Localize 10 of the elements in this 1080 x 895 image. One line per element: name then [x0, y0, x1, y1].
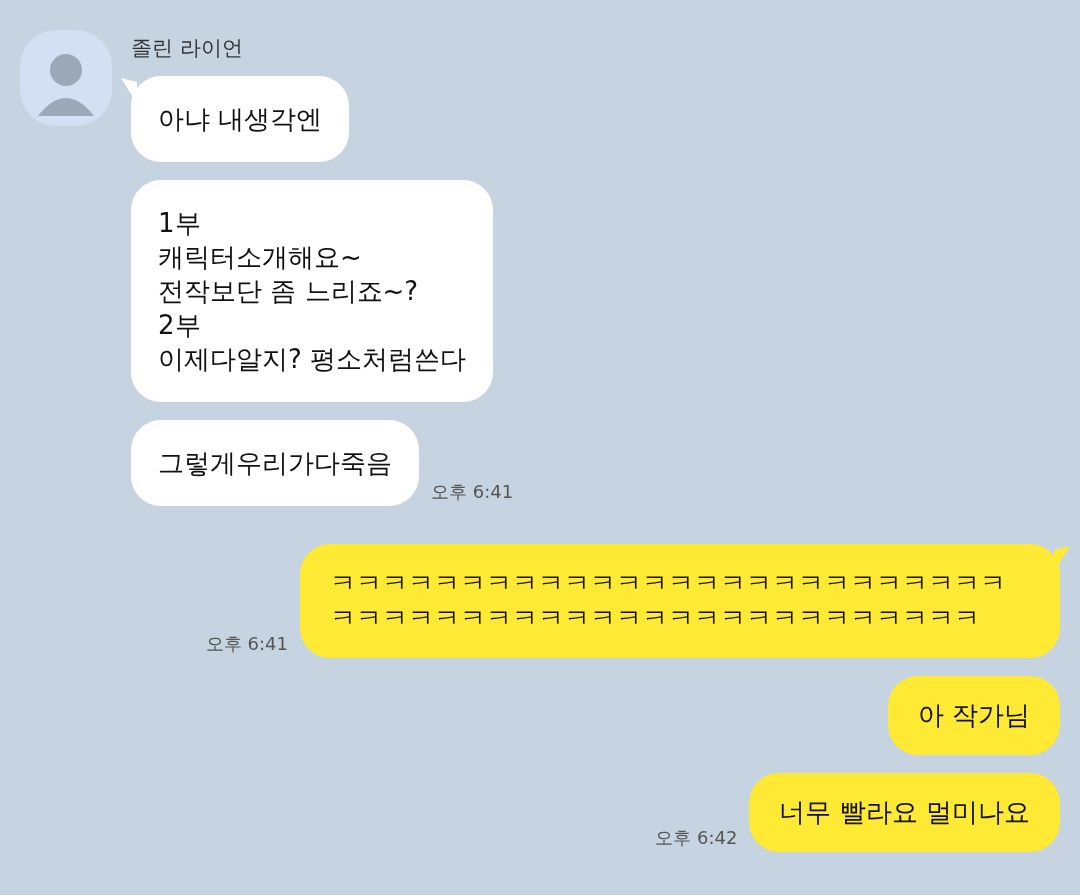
message-time: 오후 6:42 — [655, 826, 738, 850]
message-bubble: 1부 캐릭터소개해요~ 전작보단 좀 느리죠~? 2부 이제다알지? 평소처럼쓴다 — [131, 180, 494, 402]
message-bubble: 아 작가님 — [887, 676, 1060, 755]
message-bubble: 너무 빨라요 멀미나요 — [749, 773, 1060, 852]
contact-name: 졸린 라이언 — [131, 35, 244, 62]
message-time: 오후 6:41 — [205, 632, 288, 656]
message-bubble: 그렇게우리가다죽음 — [131, 420, 419, 506]
message-time: 오후 6:41 — [431, 480, 514, 504]
message-bubble: 아냐 내생각엔 — [131, 76, 350, 162]
message-bubble: ㅋㅋㅋㅋㅋㅋㅋㅋㅋㅋㅋㅋㅋㅋㅋㅋㅋㅋㅋㅋㅋㅋㅋㅋㅋㅋㅋㅋㅋㅋㅋㅋㅋㅋㅋㅋㅋㅋㅋㅋㅋㅋㅋㅋㅋㅋㅋㅋㅋㅋㅋ — [300, 544, 1060, 658]
